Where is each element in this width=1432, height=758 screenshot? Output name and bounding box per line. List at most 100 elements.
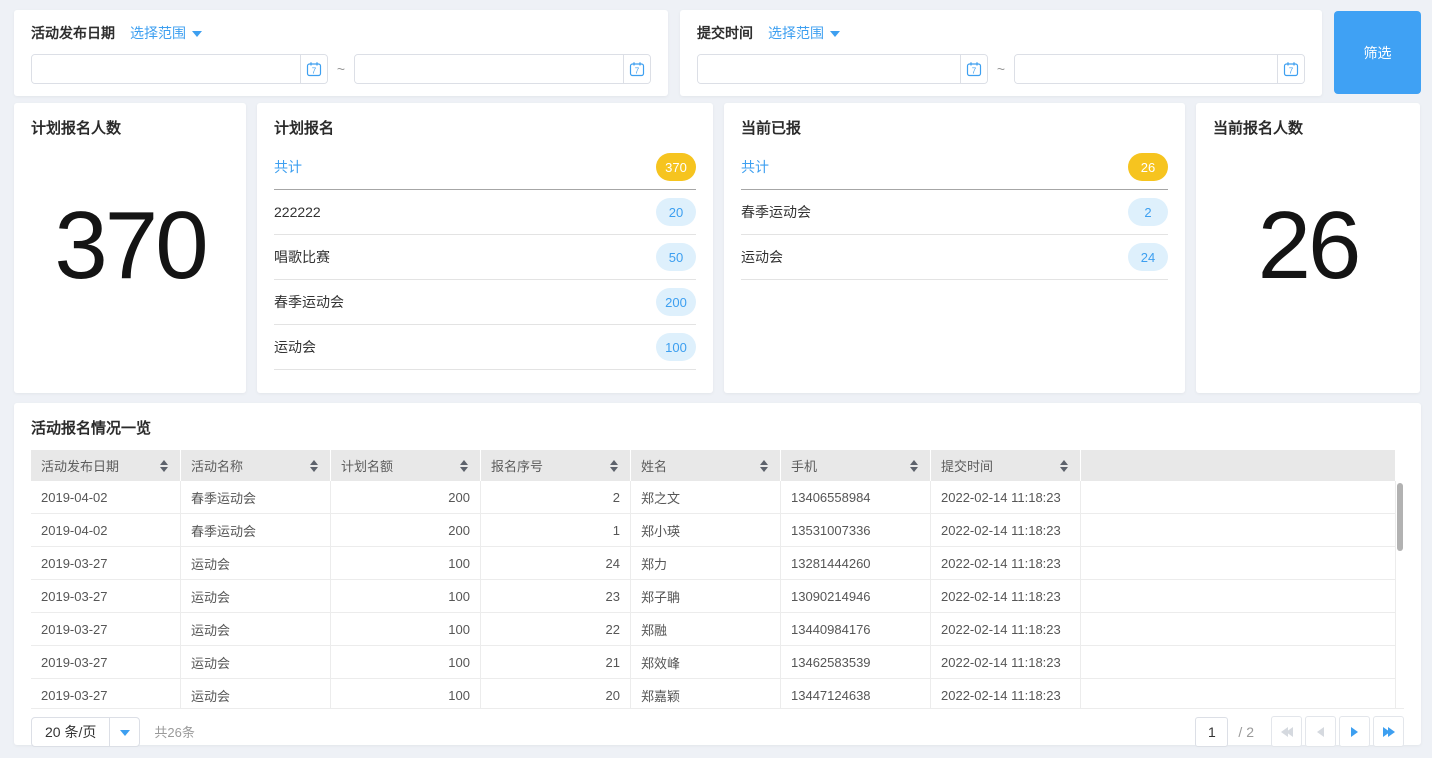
table-cell: 2022-02-14 11:18:23: [931, 580, 1081, 612]
table-cell: 运动会: [181, 679, 331, 708]
breakdown-row-label[interactable]: 共计: [741, 157, 769, 177]
breakdown-row-label[interactable]: 春季运动会: [741, 202, 811, 222]
range-link-text: 选择范围: [768, 23, 824, 43]
current-total-card: 当前报名人数 26: [1196, 103, 1420, 393]
last-page-button[interactable]: [1373, 716, 1404, 747]
left-arrow-icon: [1317, 727, 1324, 737]
count-badge: 2: [1128, 198, 1168, 226]
count-badge: 370: [656, 153, 696, 181]
submit-time-range-link[interactable]: 选择范围: [768, 23, 840, 43]
total-count-label: 共26条: [154, 722, 194, 741]
table-cell: 20: [481, 679, 631, 708]
table-cell: 13090214946: [781, 580, 931, 612]
column-header: 提交时间: [931, 450, 1081, 481]
table-scrollbar[interactable]: [1395, 481, 1404, 708]
table-row: 2019-04-02春季运动会2002郑之文134065589842022-02…: [31, 481, 1395, 514]
breakdown-row-label[interactable]: 共计: [274, 157, 302, 177]
table-cell: 2019-03-27: [31, 679, 181, 708]
planned-breakdown-card: 计划报名 共计37022222220唱歌比赛50春季运动会200运动会100: [257, 103, 713, 393]
breakdown-row-label[interactable]: 唱歌比赛: [274, 247, 330, 267]
column-header-label: 报名序号: [491, 456, 543, 475]
calendar-icon[interactable]: 7: [1277, 55, 1304, 83]
table-cell: 郑嘉颖: [631, 679, 781, 708]
table-cell: 100: [331, 646, 481, 678]
submit-time-label: 提交时间: [697, 23, 753, 43]
table-cell: 2019-03-27: [31, 547, 181, 579]
table-cell: 2019-03-27: [31, 646, 181, 678]
column-header: 计划名额: [331, 450, 481, 481]
prev-page-button[interactable]: [1305, 716, 1336, 747]
table-cell: 100: [331, 580, 481, 612]
table-cell: 郑子聃: [631, 580, 781, 612]
sort-arrows-icon[interactable]: [760, 460, 768, 472]
calendar-icon[interactable]: 7: [960, 55, 987, 83]
publish-date-range-link[interactable]: 选择范围: [130, 23, 202, 43]
scrollbar-thumb[interactable]: [1397, 483, 1403, 551]
column-header-label: 姓名: [641, 456, 667, 475]
publish-date-start-input[interactable]: [32, 55, 300, 83]
page-of-label: / 2: [1238, 724, 1254, 740]
column-header: 活动发布日期: [31, 450, 181, 481]
column-header-label: 计划名额: [341, 456, 393, 475]
sort-arrows-icon[interactable]: [1060, 460, 1068, 472]
table-cell: 2022-02-14 11:18:23: [931, 679, 1081, 708]
sort-arrows-icon[interactable]: [910, 460, 918, 472]
table-cell: 2022-02-14 11:18:23: [931, 547, 1081, 579]
filter-button[interactable]: 筛选: [1334, 11, 1421, 94]
current-breakdown-card: 当前已报 共计26春季运动会2运动会24: [724, 103, 1185, 393]
table-cell: 1: [481, 514, 631, 546]
breakdown-row: 共计 370: [274, 145, 696, 190]
publish-date-filter-panel: 活动发布日期 选择范围 7 ~ 7: [14, 10, 668, 96]
calendar-icon[interactable]: 7: [300, 55, 327, 83]
caret-down-icon: [120, 730, 130, 736]
table-cell: 2019-04-02: [31, 514, 181, 546]
breakdown-row-label[interactable]: 运动会: [274, 337, 316, 357]
breakdown-row: 运动会 100: [274, 325, 696, 370]
submit-time-start-input[interactable]: [698, 55, 960, 83]
caret-down-icon: [192, 31, 202, 37]
breakdown-row: 春季运动会 2: [741, 190, 1168, 235]
table-row: 2019-04-02春季运动会2001郑小瑛135310073362022-02…: [31, 514, 1395, 547]
count-badge: 20: [656, 198, 696, 226]
count-badge: 100: [656, 333, 696, 361]
sort-arrows-icon[interactable]: [310, 460, 318, 472]
cards-row: 计划报名人数 370 计划报名 共计37022222220唱歌比赛50春季运动会…: [14, 103, 1421, 393]
table-cell: 运动会: [181, 547, 331, 579]
publish-date-end-input[interactable]: [355, 55, 623, 83]
planned-total-card: 计划报名人数 370: [14, 103, 246, 393]
table-cell: 2022-02-14 11:18:23: [931, 613, 1081, 645]
table-cell: 春季运动会: [181, 481, 331, 513]
breakdown-row-label[interactable]: 222222: [274, 204, 321, 220]
next-page-button[interactable]: [1339, 716, 1370, 747]
table-body: 2019-04-02春季运动会2002郑之文134065589842022-02…: [31, 481, 1395, 708]
calendar-icon[interactable]: 7: [623, 55, 650, 83]
breakdown-row-label[interactable]: 春季运动会: [274, 292, 344, 312]
table-row: 2019-03-27运动会10023郑子聃130902149462022-02-…: [31, 580, 1395, 613]
sort-arrows-icon[interactable]: [160, 460, 168, 472]
table-cell: 2022-02-14 11:18:23: [931, 646, 1081, 678]
sort-arrows-icon[interactable]: [610, 460, 618, 472]
table-cell: 郑力: [631, 547, 781, 579]
table-cell: 2019-04-02: [31, 481, 181, 513]
table-cell: 23: [481, 580, 631, 612]
table-header-row: 活动发布日期活动名称计划名额报名序号姓名手机提交时间: [31, 450, 1395, 481]
breakdown-row: 运动会 24: [741, 235, 1168, 280]
submit-time-end-input[interactable]: [1015, 55, 1277, 83]
table-cell: 22: [481, 613, 631, 645]
table-cell: 13462583539: [781, 646, 931, 678]
breakdown-row-label[interactable]: 运动会: [741, 247, 783, 267]
card-title: 计划报名人数: [31, 117, 229, 138]
table-cell-filler: [1081, 481, 1395, 513]
page-size-select[interactable]: 20 条/页: [31, 717, 140, 747]
first-page-button[interactable]: [1271, 716, 1302, 747]
table-row: 2019-03-27运动会10024郑力132814442602022-02-1…: [31, 547, 1395, 580]
page-number-input[interactable]: [1195, 717, 1228, 747]
column-header: 手机: [781, 450, 931, 481]
sort-arrows-icon[interactable]: [460, 460, 468, 472]
table-title: 活动报名情况一览: [31, 417, 1404, 438]
column-header-filler: [1081, 450, 1395, 481]
select-arrow-cell[interactable]: [109, 718, 139, 746]
filters-row: 活动发布日期 选择范围 7 ~ 7: [14, 10, 1421, 96]
table-cell: 运动会: [181, 646, 331, 678]
count-badge: 24: [1128, 243, 1168, 271]
